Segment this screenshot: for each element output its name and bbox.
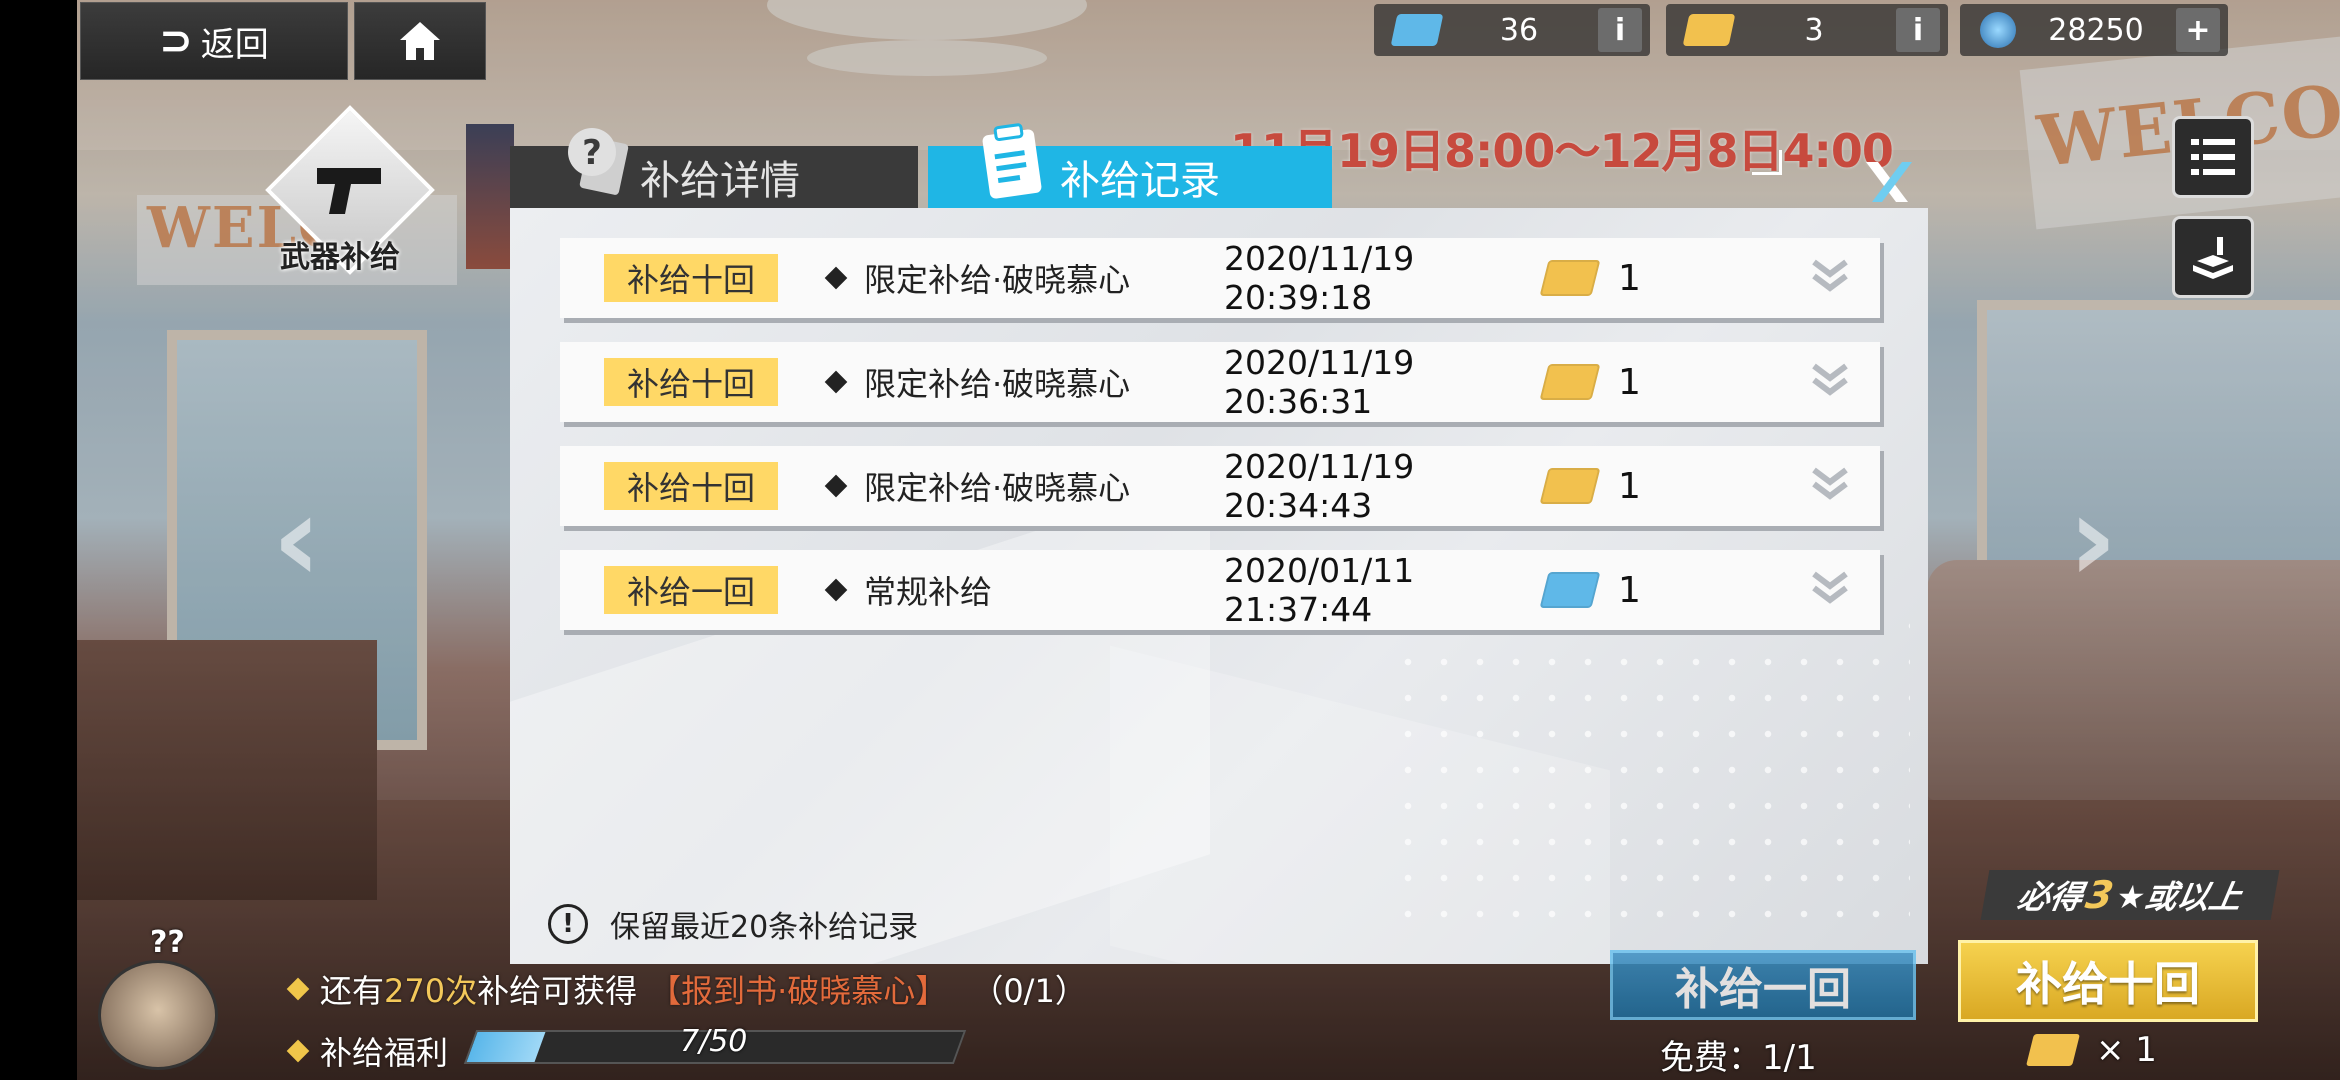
- guarantee-badge: 必得 3 ★或以上: [1980, 870, 2280, 920]
- record-pool: 限定补给·破晓慕心: [864, 469, 1131, 507]
- record-pool: 限定补给·破晓慕心: [864, 261, 1131, 299]
- diamond-bullet-icon: [286, 1039, 310, 1063]
- diamond-bullet-icon: [286, 977, 310, 1001]
- svg-text:?: ?: [582, 133, 602, 173]
- crystal-icon: [1980, 12, 2016, 48]
- warehouse-button[interactable]: [2172, 216, 2254, 298]
- close-button[interactable]: [1858, 158, 1914, 206]
- diamond-bullet-icon: [824, 266, 848, 290]
- menu-icon: [2191, 139, 2235, 175]
- back-label: 返回: [200, 24, 269, 65]
- gold-ticket-icon: [1682, 14, 1736, 46]
- guarantee-prefix: 必得: [2014, 878, 2086, 916]
- pity-info-line: 还有 270次 补给可获得 【报到书·破晓慕心】 （0/1）: [286, 966, 1087, 1012]
- pity-item: 【报到书·破晓慕心】: [649, 972, 948, 1010]
- diamond-bullet-icon: [824, 370, 848, 394]
- welfare-progress-fill: [466, 1032, 546, 1062]
- back-button[interactable]: ⊃ 返回: [80, 2, 348, 80]
- records-note: ! 保留最近20条补给记录: [548, 902, 918, 946]
- avatar[interactable]: [98, 960, 218, 1070]
- weapon-supply-label: 武器补给: [280, 240, 400, 275]
- record-row[interactable]: 补给十回 限定补给·破晓慕心 2020/11/19 20:36:31 1: [560, 342, 1880, 422]
- tab-label: 补给详情: [640, 158, 800, 204]
- record-time: 2020/11/19 20:39:18: [1224, 239, 1415, 317]
- warehouse-icon: [2193, 237, 2233, 279]
- resource-value: 3: [1804, 12, 1824, 48]
- record-row[interactable]: 补给十回 限定补给·破晓慕心 2020/11/19 20:34:43 1: [560, 446, 1880, 526]
- pity-progress: （0/1）: [971, 972, 1087, 1010]
- record-quantity: 1: [1618, 465, 1641, 507]
- ten-cost: × 1: [2026, 1030, 2157, 1070]
- pity-mid: 补给可获得: [477, 972, 638, 1010]
- welfare-progress-text: 7/50: [680, 1024, 748, 1059]
- pistol-icon: [317, 168, 381, 214]
- record-row[interactable]: 补给一回 常规补给 2020/01/11 21:37:44 1: [560, 550, 1880, 630]
- blue-ticket-icon: [1539, 572, 1601, 608]
- gold-ticket-icon: [2026, 1034, 2080, 1066]
- question-icon: ?: [568, 128, 629, 195]
- welfare-line: 补给福利: [286, 1028, 449, 1074]
- home-icon: [400, 22, 440, 60]
- record-tag: 补给十回: [604, 462, 778, 510]
- record-time: 2020/01/11 21:37:44: [1224, 551, 1415, 629]
- resource-value: 36: [1499, 12, 1539, 48]
- menu-button[interactable]: [2172, 116, 2254, 198]
- record-time: 2020/11/19 20:36:31: [1224, 343, 1415, 421]
- clipboard-icon: [982, 123, 1042, 199]
- resource-gold-ticket: 3 i: [1666, 4, 1948, 56]
- supply-ten-button[interactable]: 补给十回: [1958, 940, 2258, 1022]
- warning-icon: !: [548, 904, 588, 944]
- record-quantity: 1: [1618, 361, 1641, 403]
- expand-chevron-icon[interactable]: [1810, 464, 1850, 508]
- note-text: 保留最近20条补给记录: [610, 910, 919, 945]
- back-arrow-icon: ⊃: [159, 18, 192, 64]
- expand-chevron-icon[interactable]: [1810, 360, 1850, 404]
- record-time: 2020/11/19 20:34:43: [1224, 447, 1415, 525]
- diamond-bullet-icon: [824, 578, 848, 602]
- next-arrow-icon[interactable]: ›: [2068, 470, 2117, 609]
- ten-cost-amount: × 1: [2096, 1030, 2157, 1070]
- tab-supply-records[interactable]: 补给记录: [928, 123, 1332, 208]
- blue-ticket-icon: [1390, 14, 1444, 46]
- pity-count: 270次: [384, 972, 478, 1010]
- previous-arrow-icon[interactable]: ‹: [272, 470, 321, 609]
- gold-ticket-icon: [1539, 468, 1601, 504]
- tab-label: 补给记录: [1060, 158, 1220, 204]
- record-quantity: 1: [1618, 569, 1641, 611]
- resource-crystal: 28250 +: [1960, 4, 2228, 56]
- records-panel: 补给十回 限定补给·破晓慕心 2020/11/19 20:39:18 1 补给十…: [510, 208, 1928, 964]
- info-button[interactable]: i: [1598, 8, 1642, 52]
- record-pool: 限定补给·破晓慕心: [864, 365, 1131, 403]
- add-crystal-button[interactable]: +: [2176, 8, 2220, 52]
- record-tag: 补给十回: [604, 358, 778, 406]
- diamond-bullet-icon: [824, 474, 848, 498]
- record-pool: 常规补给: [864, 573, 993, 611]
- expand-chevron-icon[interactable]: [1810, 568, 1850, 612]
- record-quantity: 1: [1618, 257, 1641, 299]
- guarantee-suffix: ★或以上: [2113, 878, 2245, 916]
- supply-once-button[interactable]: 补给一回: [1610, 950, 1916, 1020]
- close-icon: [1866, 162, 1912, 202]
- free-count: 免费：1/1: [1660, 1038, 1817, 1078]
- banner-thumbnail: [466, 124, 514, 269]
- gold-ticket-icon: [1539, 364, 1601, 400]
- home-button[interactable]: [354, 2, 486, 80]
- gold-ticket-icon: [1539, 260, 1601, 296]
- record-row[interactable]: 补给十回 限定补给·破晓慕心 2020/11/19 20:39:18 1: [560, 238, 1880, 318]
- date-bracket: [1752, 150, 1782, 175]
- expand-chevron-icon[interactable]: [1810, 256, 1850, 300]
- pity-prefix: 还有: [320, 972, 385, 1010]
- guarantee-number: 3: [2082, 873, 2117, 917]
- help-marks: ??: [150, 925, 185, 960]
- resource-value: 28250: [2048, 12, 2144, 48]
- resource-blue-ticket: 36 i: [1374, 4, 1650, 56]
- info-button[interactable]: i: [1896, 8, 1940, 52]
- tab-supply-details[interactable]: ? 补给详情: [510, 128, 918, 208]
- welfare-label: 补给福利: [320, 1034, 449, 1072]
- record-tag: 补给一回: [604, 566, 778, 614]
- record-tag: 补给十回: [604, 254, 778, 302]
